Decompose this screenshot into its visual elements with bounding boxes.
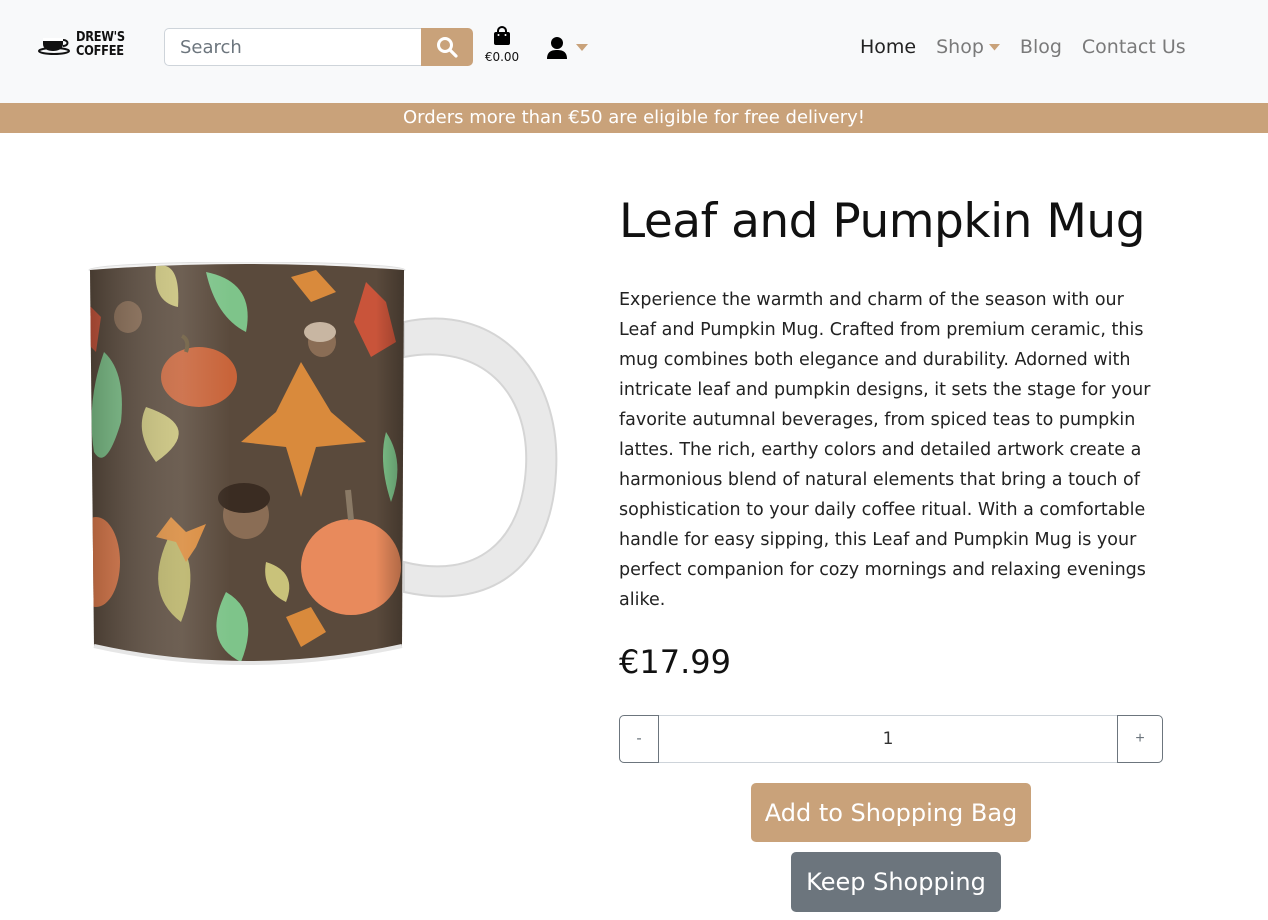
keep-shopping-button[interactable]: Keep Shopping (791, 852, 1001, 912)
quantity-input[interactable] (659, 715, 1117, 763)
account-dropdown[interactable] (546, 36, 588, 60)
nav-contact[interactable]: Contact Us (1082, 36, 1186, 58)
bag-total: €0.00 (484, 50, 520, 64)
quantity-increment-button[interactable]: + (1117, 715, 1163, 763)
main-nav: Home Shop Blog Contact Us (860, 36, 1206, 58)
nav-shop[interactable]: Shop (936, 36, 1000, 58)
quantity-stepper: - + (619, 715, 1163, 763)
user-icon (547, 37, 567, 59)
caret-down-icon (576, 44, 588, 51)
logo-line-2: COFFEE (76, 44, 124, 59)
product-title: Leaf and Pumpkin Mug (619, 194, 1146, 249)
delivery-banner: Orders more than €50 are eligible for fr… (0, 103, 1268, 133)
caret-down-icon (988, 43, 1000, 50)
search-icon (437, 37, 458, 58)
shopping-bag-icon (494, 26, 510, 45)
product-price: €17.99 (619, 643, 731, 681)
search-input[interactable] (164, 28, 422, 66)
add-to-bag-button[interactable]: Add to Shopping Bag (751, 783, 1031, 842)
product-image (86, 261, 560, 678)
nav-home[interactable]: Home (860, 36, 916, 58)
shopping-bag-link[interactable]: €0.00 (482, 26, 522, 72)
coffee-cup-icon (38, 38, 70, 55)
logo-line-1: DREW'S (76, 30, 125, 45)
navbar: DREW'S COFFEE €0.00 Home Shop (0, 0, 1268, 103)
product-description: Experience the warmth and charm of the s… (619, 290, 1151, 610)
site-logo[interactable]: DREW'S COFFEE (38, 30, 132, 60)
quantity-decrement-button[interactable]: - (619, 715, 659, 763)
logo-text: DREW'S COFFEE (76, 31, 125, 59)
nav-shop-label: Shop (936, 36, 984, 58)
nav-blog[interactable]: Blog (1020, 36, 1062, 58)
search-button[interactable] (421, 28, 473, 66)
